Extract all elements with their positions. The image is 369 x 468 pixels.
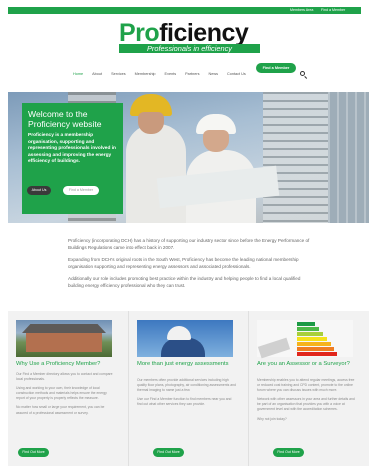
card-text: Our Find a Member directory allows you t… xyxy=(16,372,113,382)
feature-cards: Why Use a Proficiency Member? Our Find a… xyxy=(8,311,369,466)
card-why-use-member: Why Use a Proficiency Member? Our Find a… xyxy=(8,311,128,466)
top-bar: Members Area Find a Member xyxy=(8,7,361,14)
logo-tagline: Professionals in efficiency xyxy=(119,44,260,53)
card-more-than-assessments: More than just energy assessments Our me… xyxy=(128,311,248,466)
nav-item-partners[interactable]: Partners xyxy=(185,70,199,78)
energy-rating-bar xyxy=(297,342,331,346)
worker-figure xyxy=(126,124,186,223)
card-title: Why Use a Proficiency Member? xyxy=(16,361,101,367)
assessor-image xyxy=(137,320,233,357)
house-image xyxy=(16,320,112,357)
energy-rating-bar xyxy=(297,322,315,326)
welcome-panel: Welcome to the Proficiency website Profi… xyxy=(22,103,123,214)
intro-paragraph: Additionally our role includes promoting… xyxy=(68,276,301,288)
intro-paragraph: Proficiency (incorporating DCH) has a hi… xyxy=(68,238,310,250)
nav-item-news[interactable]: News xyxy=(209,70,219,78)
nav-item-membership[interactable]: Membership xyxy=(135,70,156,78)
nav-item-about[interactable]: About xyxy=(92,70,102,78)
calculator-icon xyxy=(257,337,291,359)
nav-item-services[interactable]: Services xyxy=(111,70,126,78)
logo-wordmark: Proficiency xyxy=(119,19,249,47)
card-assessor-surveyor: Are you an Assessor or a Surveyor? Membe… xyxy=(248,311,368,466)
card-text: Membership enables you to attend regular… xyxy=(257,378,355,393)
energy-rating-bar xyxy=(297,332,323,336)
about-us-button[interactable]: About Us xyxy=(27,186,51,195)
find-out-more-button[interactable]: Find Out More xyxy=(153,448,184,457)
energy-rating-bar xyxy=(297,352,337,356)
energy-rating-bar xyxy=(297,347,335,351)
find-member-button[interactable]: Find a Member xyxy=(256,63,296,73)
site-logo[interactable]: Proficiency Professionals in efficiency xyxy=(119,20,260,53)
energy-rating-bar xyxy=(297,337,327,341)
energy-rating-bar xyxy=(297,327,319,331)
find-out-more-button[interactable]: Find Out More xyxy=(18,448,49,457)
hero-find-member-button[interactable]: Find a Member xyxy=(63,186,99,195)
card-text: No matter how small or large your requir… xyxy=(16,405,105,415)
card-text: Our members often provide additional ser… xyxy=(137,378,236,393)
members-area-link[interactable]: Members Area xyxy=(290,7,313,14)
energy-rating-chart xyxy=(297,322,337,356)
find-out-more-button[interactable]: Find Out More xyxy=(273,448,304,457)
search-icon[interactable] xyxy=(300,71,305,76)
nav-item-home[interactable]: Home xyxy=(73,70,83,78)
nav-item-contact[interactable]: Contact Us xyxy=(227,70,246,78)
building-facade xyxy=(328,92,369,223)
card-text: Use our Find a Member function to find m… xyxy=(137,397,232,407)
card-text: Why not join today? xyxy=(257,416,287,421)
intro-section: Proficiency (incorporating DCH) has a hi… xyxy=(68,238,314,295)
hero-title: Welcome to the Proficiency website xyxy=(28,109,102,130)
main-nav: Home About Services Membership Events Pa… xyxy=(73,70,255,78)
energy-rating-image xyxy=(257,320,353,359)
card-title: More than just energy assessments xyxy=(137,361,229,367)
building-scaffold-right xyxy=(263,92,333,223)
card-text: Network with other assessors in your are… xyxy=(257,397,355,412)
hero-body: Proficiency is a membership organisation… xyxy=(28,133,116,165)
intro-paragraph: Expanding from DCH's original roots in t… xyxy=(68,257,299,269)
find-member-top-link[interactable]: Find a Member xyxy=(321,7,345,14)
card-title: Are you an Assessor or a Surveyor? xyxy=(257,361,350,367)
card-text: Using and working to your own, their kno… xyxy=(16,386,107,401)
nav-item-events[interactable]: Events xyxy=(165,70,177,78)
